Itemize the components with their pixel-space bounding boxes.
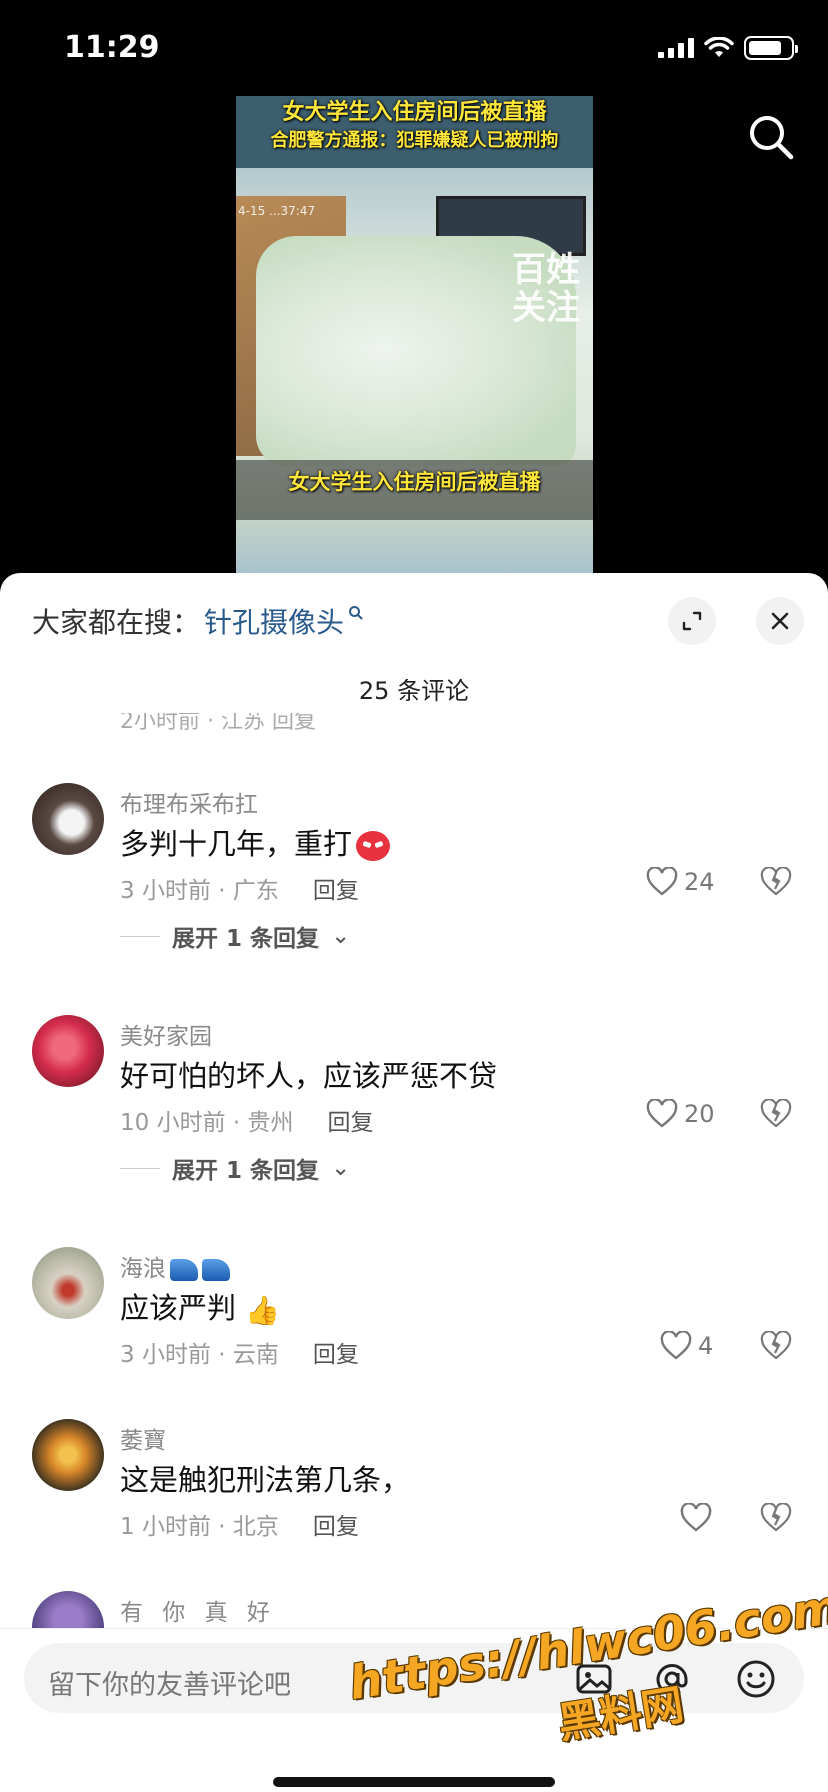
dislike-broken-heart-icon[interactable] (760, 867, 792, 897)
comment-username[interactable]: 美好家园 (120, 1017, 212, 1051)
expand-replies-button[interactable]: 展开 1 条回复 ⌄ (120, 1151, 350, 1185)
partial-comment-meta: 2小时前 · 江苏 回复 (120, 713, 316, 734)
comment-meta: 3 小时前 · 云南 回复 (120, 1335, 359, 1369)
status-bar: 11:29 (0, 0, 828, 96)
heart-icon (660, 1331, 692, 1360)
reply-button[interactable]: 回复 (313, 871, 359, 905)
home-indicator (273, 1777, 555, 1787)
suggest-term-link[interactable]: 针孔摄像头 (204, 601, 344, 641)
cellular-signal-icon (658, 38, 694, 58)
angry-emoji-icon (356, 831, 391, 861)
at-mention-icon[interactable] (650, 1657, 694, 1701)
avatar[interactable] (32, 1419, 104, 1491)
video-watermark: 百姓关注 (512, 250, 580, 328)
like-button[interactable]: 20 (646, 1099, 715, 1129)
comment-meta: 3 小时前 · 广东 回复 (120, 871, 359, 905)
avatar[interactable] (32, 783, 104, 855)
reply-button[interactable]: 回复 (313, 1507, 359, 1541)
dislike-broken-heart-icon[interactable] (760, 1503, 792, 1533)
battery-level (749, 41, 781, 55)
comments-sheet: 大家都在搜： 针孔摄像头 25 条评论 2小时前 · 江苏 回复 布理布采布扛 … (0, 573, 828, 1792)
like-button[interactable]: 24 (646, 867, 715, 897)
comment-username[interactable]: 有 你 真 好 (120, 1593, 276, 1627)
expand-replies-label: 展开 1 条回复 (172, 926, 320, 952)
search-icon[interactable] (748, 114, 794, 160)
video-subheadline: 合肥警方通报：犯罪嫌疑人已被刑拘 (270, 130, 559, 151)
reply-button[interactable]: 回复 (313, 1335, 359, 1369)
comment-text: 好可怕的坏人，应该严惩不贷 (120, 1059, 498, 1093)
status-time: 11:29 (64, 30, 160, 65)
wifi-icon (704, 37, 734, 57)
comment-time-location: 10 小时前 · 贵州 (120, 1110, 294, 1136)
comment-text: 多判十几年，重打 (120, 821, 391, 863)
dislike-broken-heart-icon[interactable] (760, 1331, 792, 1361)
comment-count: 25 条评论 (358, 677, 470, 705)
comment-meta: 10 小时前 · 贵州 回复 (120, 1103, 374, 1137)
avatar[interactable] (32, 1247, 104, 1319)
comment-input-bar: 留下你的友善评论吧 (0, 1628, 828, 1792)
video-player[interactable]: 女大学生入住房间后被直播 合肥警方通报：犯罪嫌疑人已被刑拘 4-15 ...37… (236, 96, 593, 574)
dislike-broken-heart-icon[interactable] (760, 1099, 792, 1129)
comment-username[interactable]: 布理布采布扛 (120, 785, 258, 819)
wave-emoji-icon (170, 1258, 198, 1281)
comment-input-placeholder: 留下你的友善评论吧 (48, 1670, 291, 1701)
heart-icon (646, 1099, 678, 1128)
chevron-down-icon: ⌄ (331, 1155, 351, 1181)
like-count: 24 (684, 868, 715, 896)
suggest-prefix: 大家都在搜： (32, 606, 201, 639)
like-count: 20 (684, 1100, 715, 1128)
video-caption: 女大学生入住房间后被直播 (288, 470, 541, 494)
suggest-search-icon (348, 605, 364, 625)
video-timestamp: 4-15 ...37:47 (238, 204, 316, 218)
status-icons (658, 36, 798, 60)
avatar[interactable] (32, 1015, 104, 1087)
close-icon (771, 612, 789, 630)
comment-time-location: 3 小时前 · 广东 (120, 878, 279, 904)
reply-button[interactable]: 回复 (328, 1103, 374, 1137)
expand-button[interactable] (668, 597, 716, 645)
comment-meta: 1 小时前 · 北京 回复 (120, 1507, 359, 1541)
battery-icon (744, 36, 798, 60)
like-button[interactable] (680, 1503, 712, 1533)
divider-line (120, 1167, 160, 1169)
heart-icon (680, 1503, 712, 1532)
comment-text: 这是触犯刑法第几条， (120, 1463, 411, 1497)
expand-icon (682, 611, 702, 631)
comment-time-location: 3 小时前 · 云南 (120, 1342, 279, 1368)
expand-replies-label: 展开 1 条回复 (172, 1158, 320, 1184)
close-button[interactable] (756, 597, 804, 645)
image-icon[interactable] (572, 1657, 616, 1701)
comment-username[interactable]: 海浪 (120, 1249, 230, 1283)
thumbs-up-emoji-icon: 👍 (245, 1293, 281, 1327)
expand-replies-button[interactable]: 展开 1 条回复 ⌄ (120, 919, 350, 953)
search-suggestion[interactable]: 大家都在搜： 针孔摄像头 (32, 601, 364, 641)
comment-time-location: 1 小时前 · 北京 (120, 1514, 279, 1540)
divider-line (120, 935, 160, 937)
comment-username[interactable]: 萎寶 (120, 1421, 166, 1455)
comment-input[interactable]: 留下你的友善评论吧 (24, 1643, 804, 1713)
heart-icon (646, 867, 678, 896)
chevron-down-icon: ⌄ (331, 923, 351, 949)
like-button[interactable]: 4 (660, 1331, 713, 1361)
video-headline: 女大学生入住房间后被直播 (282, 100, 547, 125)
like-count: 4 (698, 1332, 714, 1360)
wave-emoji-icon (202, 1258, 230, 1281)
emoji-icon[interactable] (734, 1657, 778, 1701)
comment-text: 应该严判 👍 (120, 1291, 281, 1327)
